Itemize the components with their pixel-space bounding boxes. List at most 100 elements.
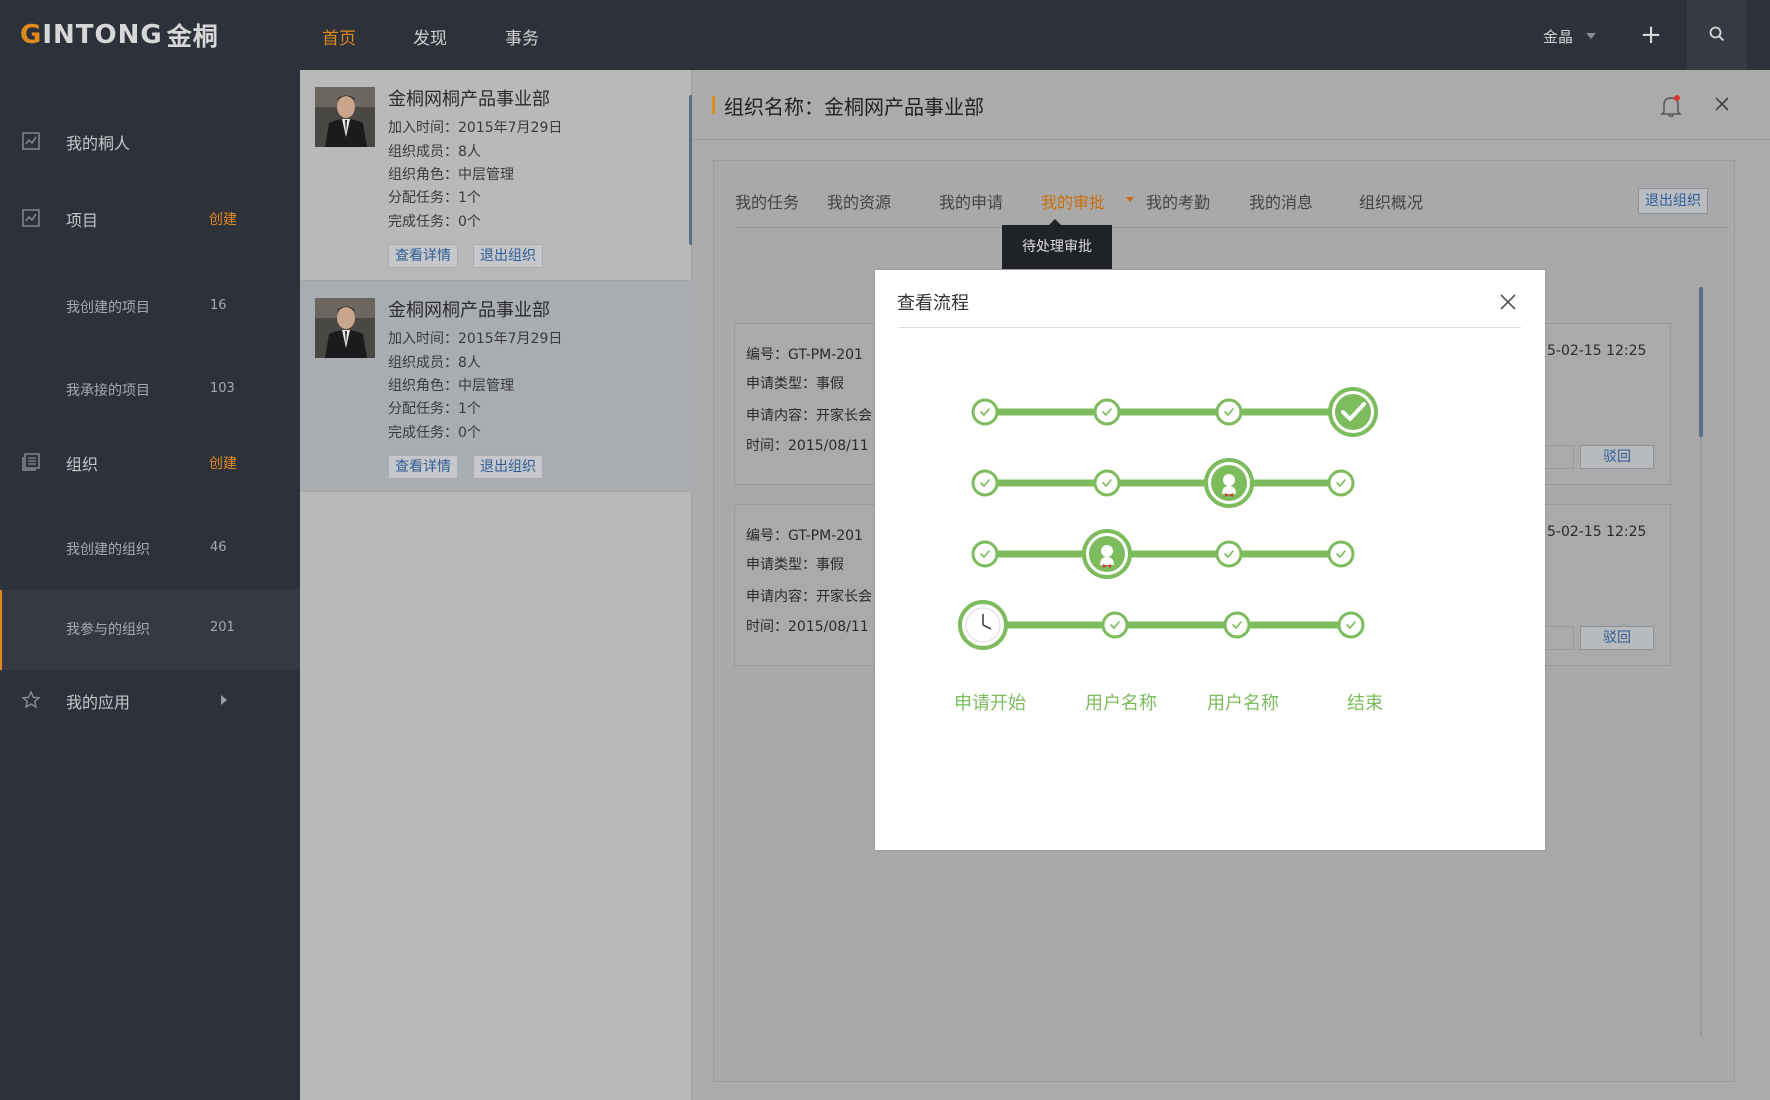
create-organization-link[interactable]: 创建 [209,453,237,473]
approval-date: 5-02-15 12:25 [1547,343,1647,359]
sidebar-item-my-undertaken-projects[interactable]: 我承接的项目 103 [0,351,300,431]
tab-my-attendance[interactable]: 我的考勤 [1146,189,1210,213]
create-project-link[interactable]: 创建 [209,209,237,229]
view-details-button[interactable]: 查看详情 [388,455,458,479]
tab-my-messages[interactable]: 我的消息 [1249,189,1313,213]
sidebar-item-label: 项目 [66,211,99,230]
bell-icon[interactable] [1660,94,1682,118]
tab-organization-overview[interactable]: 组织概况 [1359,189,1423,213]
join-date: 加入时间：2015年7月29日 [388,331,563,347]
approve-button[interactable] [1540,445,1574,469]
user-icon [1204,458,1254,508]
sidebar-item-count: 201 [210,620,235,635]
chevron-right-icon [221,695,227,705]
divider [734,227,1730,228]
approval-time: 时间：2015/08/11 [746,438,869,454]
page-title: 组织名称：金桐网产品事业部 [724,95,984,119]
tab-my-resources[interactable]: 我的资源 [827,189,891,213]
sidebar-item-contacts[interactable]: 我的桐人 [0,111,300,171]
sidebar-item-my-created-orgs[interactable]: 我创建的组织 46 [0,510,300,590]
flow-row-2 [973,458,1353,508]
approval-content: 申请内容：开家长会 [746,408,872,424]
approval-number: 编号：GT-PM-201 [746,528,863,544]
sidebar-item-label: 我承接的项目 [66,383,150,399]
approval-type: 申请类型：事假 [746,376,844,392]
approval-number: 编号：GT-PM-201 [746,347,863,363]
nav-home[interactable]: 首页 [322,24,356,49]
sidebar-item-organization[interactable]: 组织 创建 [0,432,300,492]
member-count: 组织成员：8人 [388,355,481,371]
assigned-tasks: 分配任务：1个 [388,190,481,206]
sidebar-item-label: 我的应用 [66,693,131,712]
organization-card[interactable]: 金桐网桐产品事业部 加入时间：2015年7月29日 组织成员：8人 组织角色：中… [300,70,692,281]
sidebar-item-label: 组织 [66,455,99,474]
approval-time: 时间：2015/08/11 [746,619,869,635]
view-details-button[interactable]: 查看详情 [388,244,458,268]
check-icon [973,471,997,495]
tab-my-approvals[interactable]: 我的审批 [1041,189,1105,213]
tab-my-tasks[interactable]: 我的任务 [735,189,799,213]
logo[interactable]: G INTONG 金桐 [20,20,219,51]
sidebar-item-my-apps[interactable]: 我的应用 [0,670,300,730]
step-label-user-2: 用户名称 [1207,693,1279,714]
title-accent [712,96,715,114]
sidebar-item-my-joined-orgs[interactable]: 我参与的组织 201 [0,590,300,670]
check-icon [1329,542,1353,566]
check-icon [1095,471,1119,495]
join-date: 加入时间：2015年7月29日 [388,120,563,136]
user-icon [1082,529,1132,579]
logo-g: G [20,20,43,50]
clock-icon [958,600,1008,650]
organization-name[interactable]: 金桐网桐产品事业部 [388,296,550,322]
sidebar-item-label: 我创建的项目 [66,300,150,316]
tooltip-pending-approvals: 待处理审批 [1002,219,1112,269]
sidebar-item-my-created-projects[interactable]: 我创建的项目 16 [0,268,300,348]
completed-tasks: 完成任务：0个 [388,214,481,230]
tab-my-applications[interactable]: 我的申请 [939,189,1003,213]
check-icon [1329,471,1353,495]
view-process-modal: 查看流程 申请开始 用户名称 用户名称 结束 [875,270,1545,850]
approval-content: 申请内容：开家长会 [746,589,872,605]
exit-organization-button[interactable]: 退出组织 [473,244,543,268]
check-icon [973,400,997,424]
sidebar-item-label: 我创建的组织 [66,542,150,558]
flow-row-1 [973,387,1378,437]
reject-button[interactable]: 驳回 [1580,626,1654,650]
sidebar-item-count: 103 [210,381,235,396]
search-button[interactable] [1687,0,1747,70]
top-bar: G INTONG 金桐 首页 发现 事务 金晶 + [0,0,1770,70]
check-icon [1217,542,1241,566]
organization-list: 金桐网桐产品事业部 加入时间：2015年7月29日 组织成员：8人 组织角色：中… [300,70,693,1100]
check-icon [1103,613,1127,637]
step-label-user-1: 用户名称 [1085,693,1157,714]
approve-button[interactable] [1540,626,1574,650]
organization-role: 组织角色：中层管理 [388,378,514,394]
star-icon [21,690,41,709]
nav-affairs[interactable]: 事务 [505,24,539,49]
organization-name[interactable]: 金桐网桐产品事业部 [388,85,550,111]
add-button[interactable]: + [1637,20,1665,50]
chevron-down-icon[interactable] [1126,197,1134,202]
check-icon [1095,400,1119,424]
assigned-tasks: 分配任务：1个 [388,401,481,417]
completed-tasks: 完成任务：0个 [388,425,481,441]
detail-header: 组织名称：金桐网产品事业部 [692,70,1770,140]
organization-card[interactable]: 金桐网桐产品事业部 加入时间：2015年7月29日 组织成员：8人 组织角色：中… [300,281,692,492]
organization-icon [22,453,40,471]
reject-button[interactable]: 驳回 [1580,445,1654,469]
nav-discover[interactable]: 发现 [413,24,447,49]
avatar [315,87,375,147]
check-icon [1339,613,1363,637]
user-menu[interactable]: 金晶 [1543,26,1573,47]
sidebar-item-count: 16 [210,298,227,313]
exit-organization-button[interactable]: 退出组织 [473,455,543,479]
sidebar-item-project[interactable]: 项目 创建 [0,188,300,248]
chevron-down-icon[interactable] [1586,33,1596,39]
step-label-end: 结束 [1347,693,1383,714]
check-icon [1225,613,1249,637]
scrollbar[interactable] [1699,287,1703,437]
check-icon [1217,400,1241,424]
close-icon[interactable] [1714,96,1730,112]
project-icon [22,209,40,227]
exit-organization-button[interactable]: 退出组织 [1638,188,1708,214]
